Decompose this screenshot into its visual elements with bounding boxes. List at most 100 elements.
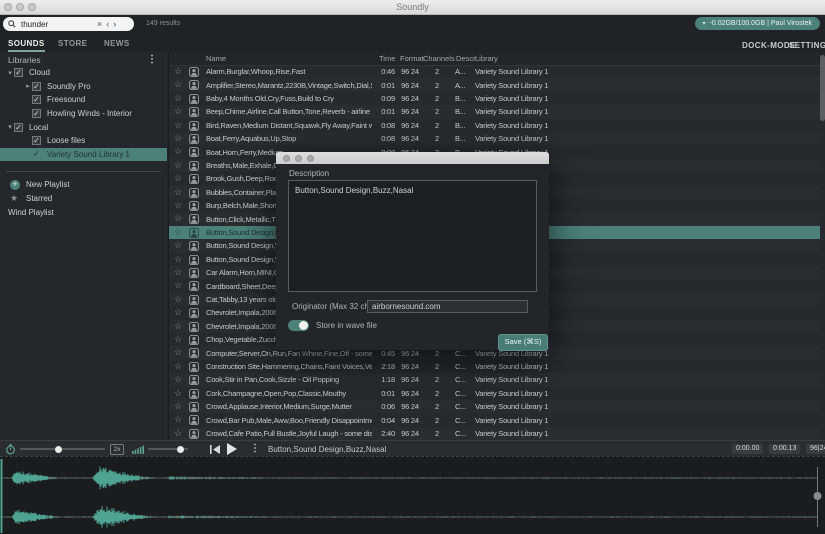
tab-store[interactable]: STORE	[58, 39, 87, 48]
column-header-library[interactable]: Library	[475, 54, 498, 63]
favorite-star-icon[interactable]: ☆	[174, 307, 182, 318]
table-row[interactable]: ☆Crowd,Applause,Interior,Medium,Surge,Mu…	[169, 400, 820, 413]
search-back-icon[interactable]: ‹	[106, 19, 109, 29]
waveform-display[interactable]	[0, 457, 825, 534]
favorite-star-icon[interactable]: ☆	[174, 200, 182, 211]
favorite-star-icon[interactable]: ☆	[174, 401, 182, 412]
checkbox-icon[interactable]: ✓	[32, 95, 41, 104]
favorite-star-icon[interactable]: ☆	[174, 173, 182, 184]
favorite-star-icon[interactable]: ☆	[174, 334, 182, 345]
favorite-star-icon[interactable]: ☆	[174, 414, 182, 425]
column-header-format[interactable]: Format	[400, 54, 424, 63]
favorite-star-icon[interactable]: ☆	[174, 93, 182, 104]
favorite-star-icon[interactable]: ☆	[174, 361, 182, 372]
settings-button[interactable]: SETTINGS	[789, 41, 825, 50]
pitch-slider-thumb[interactable]	[55, 446, 62, 453]
column-header-name[interactable]: Name	[206, 54, 226, 63]
description-textarea[interactable]	[288, 180, 537, 292]
favorite-star-icon[interactable]: ☆	[174, 66, 182, 77]
waveform-scroll-handle[interactable]	[814, 492, 822, 500]
volume-slider[interactable]	[148, 448, 188, 450]
originator-input[interactable]	[367, 300, 528, 313]
disclosure-open-icon[interactable]: ▾	[6, 123, 14, 131]
favorite-star-icon[interactable]: ☆	[174, 321, 182, 332]
sidebar-menu-icon[interactable]: ⋮	[147, 54, 157, 65]
checkbox-icon[interactable]: ✓	[14, 68, 23, 77]
table-scrollbar-thumb[interactable]	[820, 55, 825, 121]
dialog-close-icon[interactable]	[283, 155, 290, 162]
tab-sounds[interactable]: SOUNDS	[8, 39, 45, 52]
column-header-descr[interactable]: Descr	[456, 54, 476, 63]
search-box[interactable]: × ‹ ›	[3, 17, 134, 31]
table-row[interactable]: ☆Crowd,Bar Pub,Male,Aww,Boo,Friendly Dis…	[169, 413, 820, 426]
favorite-star-icon[interactable]: ☆	[174, 294, 182, 305]
disclosure-open-icon[interactable]: ▾	[6, 69, 14, 77]
favorite-star-icon[interactable]: ☆	[174, 347, 182, 358]
table-row[interactable]: ☆Alarm,Burglar,Whoop,Rise,Fast0:4696 242…	[169, 65, 820, 78]
speed-badge[interactable]: 2x	[110, 444, 124, 455]
dialog-zoom-icon[interactable]	[307, 155, 314, 162]
search-clear-icon[interactable]: ×	[97, 19, 102, 29]
sidebar-item-soundly-pro[interactable]: ▸✓Soundly Pro	[0, 80, 167, 94]
sidebar-item-wind-playlist[interactable]: Wind Playlist	[0, 206, 175, 220]
volume-slider-thumb[interactable]	[177, 446, 184, 453]
sidebar-item-variety-sound-library-1[interactable]: ✓Variety Sound Library 1	[0, 148, 167, 162]
favorite-star-icon[interactable]: ☆	[174, 160, 182, 171]
favorite-star-icon[interactable]: ☆	[174, 428, 182, 439]
favorite-star-icon[interactable]: ☆	[174, 388, 182, 399]
favorite-star-icon[interactable]: ☆	[174, 187, 182, 198]
column-header-channels[interactable]: Channels	[423, 54, 455, 63]
favorite-star-icon[interactable]: ☆	[174, 267, 182, 278]
player-menu-icon[interactable]: ⋮	[250, 443, 260, 454]
favorite-star-icon[interactable]: ☆	[174, 133, 182, 144]
checkbox-icon[interactable]: ✓	[32, 150, 41, 159]
table-row[interactable]: ☆Cork,Champagne,Open,Pop,Classic,Mouthy0…	[169, 387, 820, 400]
sidebar-item-loose-files[interactable]: ✓Loose files	[0, 134, 167, 148]
table-row[interactable]: ☆Boat,Ferry,Aquabus,Up,Stop0:0896 242B..…	[169, 132, 820, 145]
column-header-time[interactable]: Time	[379, 54, 395, 63]
account-storage-button[interactable]: ▾ -0.02GB/100.0GB | Paul Virostek	[695, 17, 820, 30]
volume-icon[interactable]	[132, 445, 145, 454]
play-icon[interactable]	[227, 443, 237, 455]
favorite-star-icon[interactable]: ☆	[174, 79, 182, 90]
checkbox-icon[interactable]: ✓	[32, 82, 41, 91]
favorite-star-icon[interactable]: ☆	[174, 213, 182, 224]
table-row[interactable]: ☆Amplifier,Stereo,Marantz,2230B,Vintage,…	[169, 78, 820, 91]
search-forward-icon[interactable]: ›	[113, 19, 116, 29]
skip-back-icon[interactable]	[210, 445, 221, 454]
table-row[interactable]: ☆Baby,4 Months Old,Cry,Fuss,Build to Cry…	[169, 92, 820, 105]
search-input[interactable]	[19, 19, 93, 30]
favorite-star-icon[interactable]: ☆	[174, 106, 182, 117]
sidebar-item-howling-winds-interior[interactable]: ✓Howling Winds - Interior	[0, 107, 167, 121]
tab-news[interactable]: NEWS	[104, 39, 130, 48]
pitch-icon[interactable]	[5, 444, 16, 455]
dock-mode-button[interactable]: DOCK-MODE	[742, 41, 796, 50]
favorite-star-icon[interactable]: ☆	[174, 146, 182, 157]
disclosure-closed-icon[interactable]: ▸	[24, 82, 32, 90]
table-row[interactable]: ☆Beep,Chime,Airline,Call Button,Tone,Rev…	[169, 105, 820, 118]
sidebar-item-cloud[interactable]: ▾✓Cloud	[0, 66, 167, 80]
waveform-panel[interactable]	[0, 456, 825, 534]
checkbox-icon[interactable]: ✓	[32, 109, 41, 118]
table-row[interactable]: ☆Cook,Stir in Pan,Cook,Sizzle - Oil Popp…	[169, 373, 820, 386]
sidebar-item-freesound[interactable]: ✓Freesound	[0, 93, 167, 107]
sidebar-item-starred[interactable]: ★Starred	[0, 192, 167, 206]
favorite-star-icon[interactable]: ☆	[174, 374, 182, 385]
save-button[interactable]: Save (⌘S)	[498, 334, 548, 351]
checkbox-icon[interactable]: ✓	[14, 123, 23, 132]
playhead[interactable]	[1, 459, 3, 533]
dialog-minimize-icon[interactable]	[295, 155, 302, 162]
sidebar-item-new-playlist[interactable]: +New Playlist	[0, 178, 167, 192]
table-row[interactable]: ☆Crowd,Cafe Patio,Full Bustle,Joyful Lau…	[169, 427, 820, 440]
sidebar-item-local[interactable]: ▾✓Local	[0, 120, 167, 134]
favorite-star-icon[interactable]: ☆	[174, 280, 182, 291]
favorite-star-icon[interactable]: ☆	[174, 120, 182, 131]
pitch-slider[interactable]	[20, 448, 105, 450]
store-in-wave-toggle[interactable]	[288, 320, 309, 331]
favorite-star-icon[interactable]: ☆	[174, 227, 182, 238]
table-row[interactable]: ☆Construction Site,Hammering,Chains,Fain…	[169, 360, 820, 373]
checkbox-icon[interactable]: ✓	[32, 136, 41, 145]
table-row[interactable]: ☆Bird,Raven,Medium Distant,Squawk,Fly Aw…	[169, 119, 820, 132]
favorite-star-icon[interactable]: ☆	[174, 240, 182, 251]
favorite-star-icon[interactable]: ☆	[174, 254, 182, 265]
